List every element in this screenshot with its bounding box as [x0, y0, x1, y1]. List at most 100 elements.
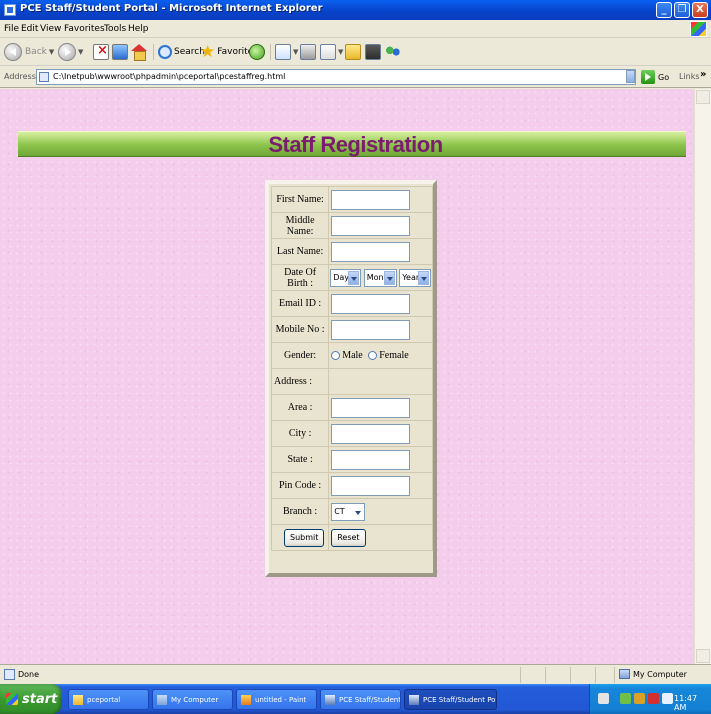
form-row-area: Area : — [270, 394, 433, 421]
menu-tools[interactable]: Tools — [104, 24, 126, 34]
email-label: Email ID : — [270, 290, 330, 317]
taskbar-item-ie-1[interactable]: PCE Staff/Student Po... — [320, 689, 401, 710]
back-button[interactable]: Back ▼ — [4, 42, 54, 62]
address-bar: Address C:\Inetpub\wwwroot\phpadmin\pcep… — [0, 66, 711, 88]
minimize-button[interactable]: _ — [656, 2, 672, 18]
tray-app-icon[interactable] — [634, 693, 645, 704]
city-input[interactable] — [331, 423, 411, 444]
forward-dropdown-icon[interactable]: ▼ — [78, 48, 83, 56]
dob-day-value: Day — [333, 272, 349, 282]
status-divider — [595, 667, 596, 683]
menu-favorites[interactable]: Favorites — [64, 24, 105, 34]
help-tray-icon[interactable] — [598, 693, 609, 704]
first-name-input[interactable] — [331, 189, 411, 210]
gender-male-radio[interactable] — [331, 351, 341, 361]
taskbar-item-pceportal[interactable]: pceportal — [68, 689, 149, 710]
menu-file[interactable]: File — [4, 24, 19, 34]
edit-button[interactable]: ▼ — [320, 42, 343, 62]
gender-female-radio[interactable] — [368, 351, 378, 361]
dob-month-select[interactable]: Month — [363, 268, 397, 287]
form-row-buttons: Submit Reset — [270, 524, 433, 551]
middle-name-input[interactable] — [331, 215, 411, 236]
address-empty-cell — [328, 368, 433, 395]
menu-edit[interactable]: Edit — [21, 24, 38, 34]
pincode-label: Pin Code : — [270, 472, 330, 499]
page-title: Staff Registration — [268, 132, 443, 157]
middle-name-label: Middle Name: — [270, 212, 330, 239]
messenger-button[interactable] — [365, 42, 381, 62]
form-row-state: State : — [270, 446, 433, 473]
taskbar-item-paint[interactable]: untitled - Paint — [236, 689, 317, 710]
first-name-label: First Name: — [270, 186, 330, 213]
status-text: Done — [4, 669, 39, 680]
submit-button[interactable]: Submit — [284, 528, 325, 547]
contacts-button[interactable] — [385, 42, 401, 62]
back-label: Back — [25, 47, 47, 57]
chevron-down-icon — [418, 270, 430, 285]
area-input[interactable] — [331, 397, 411, 418]
branch-select[interactable]: CT — [331, 502, 366, 521]
status-divider — [520, 667, 521, 683]
task-label: untitled - Paint — [255, 695, 307, 704]
tray-alert-icon[interactable] — [648, 693, 659, 704]
task-label: PCE Staff/Student Po... — [423, 695, 497, 704]
favorites-star-icon: ★ — [200, 42, 216, 62]
area-label: Area : — [270, 394, 330, 421]
folder-button[interactable] — [345, 42, 361, 62]
home-button[interactable] — [131, 42, 147, 62]
taskbar-item-my-computer[interactable]: My Computer — [152, 689, 233, 710]
vertical-scrollbar[interactable] — [694, 89, 711, 664]
mail-button[interactable]: ▼ — [275, 42, 298, 62]
chevron-down-icon — [383, 270, 395, 285]
history-button[interactable] — [249, 42, 265, 62]
ie-page-icon — [4, 4, 16, 16]
address-dropdown-icon[interactable] — [626, 70, 635, 83]
dob-day-select[interactable]: Day — [330, 268, 362, 287]
close-button[interactable]: X — [692, 2, 708, 18]
email-input[interactable] — [331, 293, 411, 314]
task-label: My Computer — [171, 695, 219, 704]
gender-label: Gender: — [270, 342, 330, 369]
gender-female-label[interactable]: Female — [379, 350, 408, 361]
print-button[interactable] — [300, 42, 316, 62]
forward-button[interactable]: ▼ — [58, 42, 83, 62]
back-dropdown-icon[interactable]: ▼ — [49, 48, 54, 56]
computer-icon — [157, 694, 167, 705]
address-url[interactable]: C:\Inetpub\wwwroot\phpadmin\pceportal\pc… — [53, 72, 285, 81]
status-divider — [570, 667, 571, 683]
taskbar-item-ie-2[interactable]: PCE Staff/Student Po... — [404, 689, 497, 710]
menu-help[interactable]: Help — [128, 24, 149, 34]
go-button[interactable]: Go — [641, 69, 669, 85]
tray-messenger-icon[interactable] — [662, 693, 673, 704]
toolbar-divider — [270, 44, 271, 60]
form-row-branch: Branch : CT — [270, 498, 433, 525]
dob-year-select[interactable]: Year — [399, 268, 432, 287]
print-icon — [300, 44, 316, 60]
pincode-input[interactable] — [331, 475, 411, 496]
scroll-up-icon[interactable] — [696, 90, 710, 104]
refresh-button[interactable] — [112, 42, 128, 62]
gender-male-label[interactable]: Male — [342, 350, 363, 361]
search-icon — [158, 45, 172, 59]
forward-arrow-icon — [58, 43, 76, 61]
state-input[interactable] — [331, 449, 411, 470]
stop-icon — [93, 43, 109, 60]
go-label: Go — [658, 72, 670, 82]
last-name-label: Last Name: — [270, 238, 330, 265]
links-chevron-icon[interactable]: » — [700, 69, 706, 80]
home-icon — [131, 44, 147, 61]
last-name-input[interactable] — [331, 241, 411, 262]
search-button[interactable]: Search — [158, 42, 205, 62]
scroll-down-icon[interactable] — [696, 649, 710, 663]
mobile-input[interactable] — [331, 319, 411, 340]
stop-button[interactable] — [93, 42, 109, 62]
maximize-button[interactable]: ❐ — [674, 2, 690, 18]
links-label[interactable]: Links — [679, 72, 700, 81]
folder-icon — [345, 44, 361, 60]
network-tray-icon[interactable] — [620, 693, 631, 704]
reset-button[interactable]: Reset — [331, 528, 366, 547]
page-icon — [39, 72, 49, 82]
address-input[interactable]: C:\Inetpub\wwwroot\phpadmin\pceportal\pc… — [36, 69, 636, 85]
menu-view[interactable]: View — [40, 24, 61, 34]
start-button[interactable]: start — [0, 684, 62, 714]
